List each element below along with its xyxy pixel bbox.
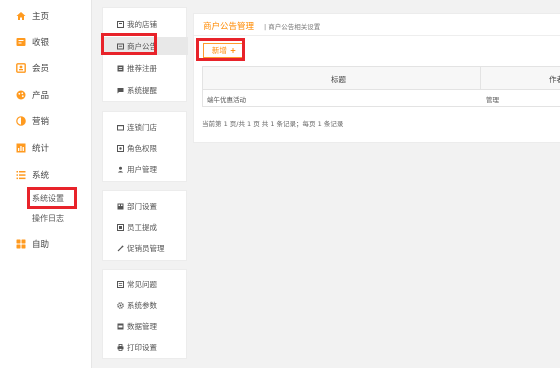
highlight-system-settings <box>27 187 77 209</box>
role-icon <box>117 144 124 152</box>
printer-icon <box>117 343 124 351</box>
member-icon <box>16 63 26 73</box>
submenu-label: 数据管理 <box>127 321 157 331</box>
help-icon <box>16 239 26 249</box>
page-description: | 商户公告相关设置 <box>264 23 321 31</box>
gear-icon <box>117 301 124 309</box>
nav-item-product[interactable]: 产品 <box>0 86 92 104</box>
nav-label: 收银 <box>32 38 50 48</box>
nav-label: 系统 <box>32 171 50 181</box>
submenu-item-department[interactable]: 部门设置 <box>103 197 188 215</box>
column-header-title: 标题 <box>331 75 346 84</box>
system-icon <box>16 170 26 180</box>
shop-icon <box>117 20 124 28</box>
nav-item-home[interactable]: 主页 <box>0 7 92 25</box>
submenu-label: 员工提成 <box>127 222 157 232</box>
notice-panel: 商户公告管理 | 商户公告相关设置 新增+ 标题 作者 端午优惠活动 管理 当前… <box>193 13 560 143</box>
nav-item-marketing[interactable]: 营销 <box>0 112 92 130</box>
reminder-icon <box>117 87 124 94</box>
submenu-item-chain-stores[interactable]: 连锁门店 <box>103 118 188 136</box>
cell-author: 管理 <box>486 96 499 104</box>
main-nav: 主页 收银 会员 产品 营销 统计 系统 系统设置 操作日志 自助 <box>0 0 92 368</box>
product-icon <box>16 90 26 100</box>
nav-item-cashier[interactable]: 收银 <box>0 33 92 51</box>
pagination-info: 当前第 1 页/共 1 页 共 1 条记录；每页 1 条记录 <box>202 120 344 128</box>
nav-sub-operation-log[interactable]: 操作日志 <box>32 213 64 224</box>
referral-icon <box>117 65 124 72</box>
home-icon <box>16 11 26 21</box>
submenu-item-commission[interactable]: 员工提成 <box>103 218 188 236</box>
submenu-item-system-reminder[interactable]: 系统提醒 <box>103 81 188 99</box>
store-icon <box>117 124 124 131</box>
nav-label: 会员 <box>32 64 50 74</box>
submenu-label: 角色权限 <box>127 143 157 153</box>
nav-label: 自助 <box>32 240 50 250</box>
nav-label: 营销 <box>32 117 50 127</box>
tag-icon <box>117 245 124 252</box>
submenu-group-staff: 部门设置 员工提成 促销员管理 <box>102 190 187 261</box>
submenu-item-referral[interactable]: 推荐注册 <box>103 59 188 77</box>
submenu-item-faq[interactable]: 常见问题 <box>103 275 188 293</box>
database-icon <box>117 323 124 330</box>
divider <box>194 35 560 36</box>
submenu-label: 促销员管理 <box>127 243 165 253</box>
nav-label: 主页 <box>32 12 50 22</box>
faq-icon <box>117 280 124 288</box>
nav-label: 产品 <box>32 91 50 101</box>
submenu-label: 系统提醒 <box>127 85 157 95</box>
submenu-label: 推荐注册 <box>127 63 157 73</box>
submenu-group-settings: 常见问题 系统参数 数据管理 打印设置 <box>102 269 187 359</box>
nav-label: 统计 <box>32 144 50 154</box>
submenu-group-org: 连锁门店 角色权限 用户管理 <box>102 111 187 182</box>
page-title: 商户公告管理 <box>203 22 255 32</box>
commission-icon <box>117 223 124 231</box>
column-header-author: 作者 <box>549 75 560 84</box>
marketing-icon <box>16 116 26 126</box>
cashier-icon <box>16 37 26 47</box>
submenu-label: 连锁门店 <box>127 122 157 132</box>
submenu-label: 系统参数 <box>127 300 157 310</box>
submenu-item-system-params[interactable]: 系统参数 <box>103 296 188 314</box>
nav-item-stats[interactable]: 统计 <box>0 139 92 157</box>
table-header: 标题 作者 <box>202 66 560 90</box>
highlight-new-button <box>196 38 245 61</box>
stats-icon <box>16 143 26 153</box>
user-icon <box>117 166 124 173</box>
submenu-label: 我的店铺 <box>127 19 157 29</box>
submenu-item-user-management[interactable]: 用户管理 <box>103 160 188 178</box>
department-icon <box>117 203 124 210</box>
submenu-item-role-permissions[interactable]: 角色权限 <box>103 139 188 157</box>
highlight-merchant-notice <box>101 33 157 55</box>
submenu-item-my-shop[interactable]: 我的店铺 <box>103 15 188 33</box>
submenu-item-data-management[interactable]: 数据管理 <box>103 317 188 335</box>
submenu-label: 部门设置 <box>127 201 157 211</box>
submenu-label: 打印设置 <box>127 342 157 352</box>
table-row[interactable]: 端午优惠活动 管理 <box>202 90 560 107</box>
submenu-item-promoter[interactable]: 促销员管理 <box>103 239 188 257</box>
submenu-label: 用户管理 <box>127 164 157 174</box>
nav-item-system[interactable]: 系统 <box>0 166 92 184</box>
nav-item-member[interactable]: 会员 <box>0 59 92 77</box>
divider <box>480 67 481 89</box>
nav-item-help[interactable]: 自助 <box>0 235 92 253</box>
submenu-item-print-settings[interactable]: 打印设置 <box>103 338 188 356</box>
cell-title: 端午优惠活动 <box>207 96 246 104</box>
submenu-label: 常见问题 <box>127 279 157 289</box>
